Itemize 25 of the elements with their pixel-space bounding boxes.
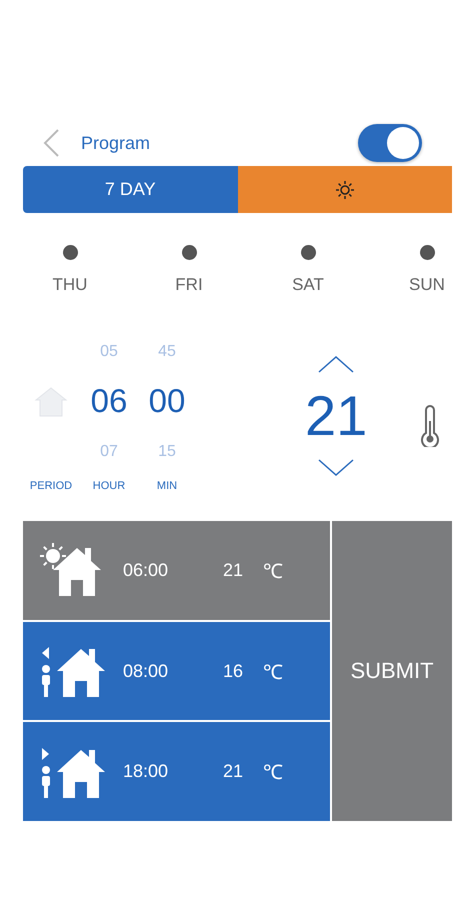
period-temperature: 21	[223, 560, 244, 581]
selected-hour[interactable]: 06	[90, 382, 128, 420]
column-label: MIN	[156, 480, 178, 492]
period-temperature: 21	[223, 761, 244, 782]
column-label: HOUR	[92, 480, 126, 492]
column-label: PERIOD	[30, 480, 72, 492]
period-row[interactable]: 08:00 16 ℃	[23, 622, 330, 720]
mode-tab[interactable]: 7 DAY	[23, 166, 238, 213]
temperature-value: 21	[305, 383, 368, 449]
day-label: SAT	[292, 275, 324, 295]
day-label: SUN	[409, 275, 445, 295]
period-row[interactable]: 06:00 21 ℃	[23, 521, 330, 620]
period-temperature: 16	[223, 660, 244, 682]
unit-label: ℃	[263, 560, 283, 584]
period-time: 06:00	[123, 560, 170, 581]
day-label: FRI	[175, 275, 203, 295]
unit-label: ℃	[263, 660, 283, 684]
page-title: Program	[81, 132, 152, 154]
period-time: 08:00	[123, 660, 170, 682]
selected-minute[interactable]: 00	[148, 382, 186, 420]
day-label: THU	[52, 275, 88, 295]
unit-label: ℃	[263, 761, 283, 786]
submit-button[interactable]: SUBMIT	[332, 521, 452, 821]
period-time: 18:00	[123, 761, 170, 782]
period-row[interactable]: 18:00 21 ℃	[23, 722, 330, 822]
